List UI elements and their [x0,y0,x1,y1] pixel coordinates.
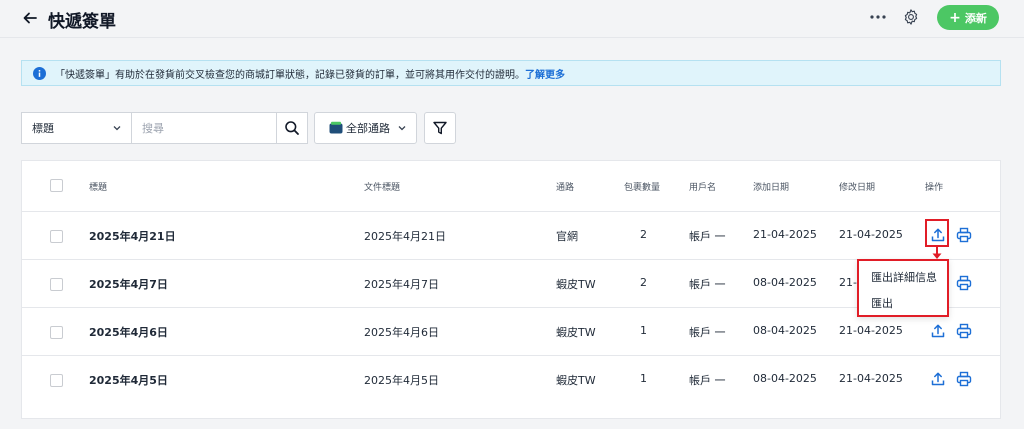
row-doc-title: 2025年4月21日 [364,230,446,243]
filter-funnel-icon [433,121,447,135]
column-header-added-date[interactable]: 添加日期 [753,180,789,193]
search-button[interactable] [276,112,308,144]
row-channel: 蝦皮TW [556,374,596,387]
search-input[interactable] [131,112,277,144]
print-icon[interactable] [956,275,972,291]
row-packages: 1 [640,324,647,337]
plus-icon: + [949,9,961,26]
column-header-channel[interactable]: 通路 [556,180,574,193]
row-username: 帳戶 一 [689,278,726,291]
table-header: 標題 文件標題 通路 包裹數量 用戶名 添加日期 修改日期 操作 [22,161,1000,212]
export-upload-icon[interactable] [930,323,946,339]
menu-item-export[interactable]: 匯出 [871,295,893,311]
column-header-packages[interactable]: 包裹數量 [624,180,660,193]
row-added-date: 21-04-2025 [753,228,817,241]
print-icon[interactable] [956,371,972,387]
row-title: 2025年4月6日 [89,326,168,339]
more-options-icon[interactable] [868,9,888,25]
export-icon-highlight [925,219,949,247]
print-icon[interactable] [956,323,972,339]
column-header-username[interactable]: 用戶名 [689,180,716,193]
channel-value: 全部通路 [346,122,390,135]
search-field-value: 標題 [32,122,54,135]
chevron-down-icon [113,126,121,131]
row-title: 2025年4月5日 [89,374,168,387]
row-checkbox[interactable] [50,326,63,339]
row-added-date: 08-04-2025 [753,324,817,337]
filter-button[interactable] [424,112,456,144]
back-arrow-icon[interactable] [22,10,38,26]
learn-more-link[interactable]: 了解更多 [525,66,565,81]
signoff-table: 標題 文件標題 通路 包裹數量 用戶名 添加日期 修改日期 操作 2025年4月… [21,160,1001,419]
info-icon [33,66,46,80]
header-divider [0,37,1024,38]
row-modified-date: 21-04-2025 [839,228,903,241]
table-row[interactable]: 2025年4月7日 2025年4月7日 蝦皮TW 2 帳戶 一 08-04-20… [22,259,1000,308]
add-new-button[interactable]: + 添新 [937,5,999,30]
row-packages: 2 [640,276,647,289]
row-doc-title: 2025年4月5日 [364,374,439,387]
row-checkbox[interactable] [50,278,63,291]
chevron-down-icon [398,126,406,131]
channel-logo-icon [329,121,343,134]
arrow-down-icon [932,246,942,259]
row-username: 帳戶 一 [689,230,726,243]
row-channel: 蝦皮TW [556,326,596,339]
table-row[interactable]: 2025年4月5日 2025年4月5日 蝦皮TW 1 帳戶 一 08-04-20… [22,355,1000,403]
row-title: 2025年4月7日 [89,278,168,291]
print-icon[interactable] [956,227,972,243]
row-username: 帳戶 一 [689,374,726,387]
gear-icon[interactable] [902,8,920,26]
page-header: 快遞簽單 + 添新 [0,0,1024,38]
column-header-actions: 操作 [925,183,944,193]
row-doc-title: 2025年4月6日 [364,326,439,339]
row-packages: 2 [640,228,647,241]
table-row[interactable]: 2025年4月21日 2025年4月21日 官網 2 帳戶 一 21-04-20… [22,211,1000,260]
column-header-doc-title[interactable]: 文件標題 [364,180,400,193]
column-header-title[interactable]: 標題 [89,180,107,193]
export-upload-icon[interactable] [930,371,946,387]
row-doc-title: 2025年4月7日 [364,278,439,291]
row-channel: 蝦皮TW [556,278,596,291]
row-packages: 1 [640,372,647,385]
column-header-modified-date[interactable]: 修改日期 [839,180,875,193]
page-title: 快遞簽單 [48,12,116,32]
row-channel: 官網 [556,230,578,243]
search-field-select[interactable]: 標題 [21,112,131,144]
row-checkbox[interactable] [50,374,63,387]
row-added-date: 08-04-2025 [753,372,817,385]
channel-select[interactable]: 全部通路 [314,112,417,144]
select-all-checkbox[interactable] [50,179,63,192]
row-added-date: 08-04-2025 [753,276,817,289]
info-text: 「快遞簽單」有助於在發貨前交叉檢查您的商城訂單狀態，記錄已發貨的訂單，並可將其用… [55,69,525,81]
menu-item-export-details[interactable]: 匯出詳細信息 [871,269,937,285]
info-banner: 「快遞簽單」有助於在發貨前交叉檢查您的商城訂單狀態，記錄已發貨的訂單，並可將其用… [21,60,1001,86]
row-username: 帳戶 一 [689,326,726,339]
row-checkbox[interactable] [50,230,63,243]
row-title: 2025年4月21日 [89,230,176,243]
search-icon [285,121,299,135]
table-row[interactable]: 2025年4月6日 2025年4月6日 蝦皮TW 1 帳戶 一 08-04-20… [22,307,1000,356]
row-modified-date: 21-04-2025 [839,324,903,337]
add-button-label: 添新 [964,11,987,25]
row-modified-date: 21-04-2025 [839,372,903,385]
export-dropdown-menu: 匯出詳細信息 匯出 [857,259,949,317]
